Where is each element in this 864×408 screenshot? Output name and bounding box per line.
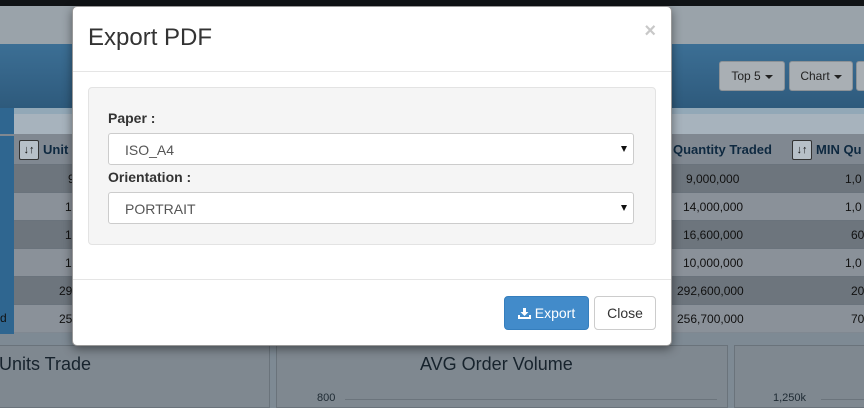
- cell-min: 1,0: [845, 256, 862, 270]
- orientation-label: Orientation :: [108, 169, 192, 185]
- dialog-title: Export PDF: [88, 24, 213, 51]
- download-icon: [517, 308, 531, 319]
- dialog-header: Export PDF ×: [73, 7, 671, 72]
- export-button[interactable]: Export: [504, 296, 589, 330]
- export-label: Export: [534, 305, 576, 321]
- cell-quantity: 10,000,000: [683, 256, 744, 270]
- paper-label: Paper :: [108, 110, 156, 126]
- orientation-select[interactable]: PORTRAIT: [108, 192, 634, 224]
- avg-order-volume-panel: AVG Order Volume 800: [276, 345, 728, 408]
- paper-select[interactable]: ISO_A4: [108, 133, 634, 165]
- dialog-footer: Export Close: [73, 279, 671, 346]
- caret-down-icon: [833, 74, 842, 79]
- axis-label: 800: [317, 392, 336, 404]
- axis-label: 1,250k: [773, 392, 807, 404]
- panel-title: Units Trade: [0, 354, 92, 374]
- panel-title: AVG Order Volume: [420, 354, 573, 374]
- grid-left-column: [0, 136, 14, 334]
- cell-units: 29: [59, 284, 73, 298]
- right-chart-panel: 1,250k: [734, 345, 864, 408]
- close-button[interactable]: Close: [594, 296, 656, 330]
- column-header-units[interactable]: Unit: [43, 142, 68, 157]
- caret-down-icon: [764, 74, 773, 79]
- cell-min: 20: [851, 284, 864, 298]
- chevron-down-icon: [621, 205, 627, 211]
- column-header-quantity-traded[interactable]: Quantity Traded: [673, 142, 772, 157]
- top5-dropdown-button[interactable]: Top 5: [719, 61, 785, 91]
- cell-quantity: 256,700,000: [677, 312, 744, 326]
- cell-min: 1,0: [845, 200, 862, 214]
- grid-left-header: [0, 108, 14, 134]
- cell-units: 1: [65, 228, 72, 242]
- cell-min: 70: [851, 312, 864, 326]
- chevron-down-icon: [621, 146, 627, 152]
- cell-units: 1: [65, 256, 72, 270]
- chart-dropdown-button[interactable]: Chart: [789, 61, 853, 91]
- column-header-min-qty[interactable]: MIN Qu: [816, 142, 862, 157]
- cell-quantity: 14,000,000: [683, 200, 744, 214]
- close-icon[interactable]: ×: [644, 20, 656, 43]
- chart-label: Chart: [800, 69, 830, 83]
- cell-quantity: 9,000,000: [686, 172, 740, 186]
- units-trade-panel: Units Trade: [0, 345, 270, 408]
- extra-header-button[interactable]: [856, 61, 864, 91]
- row-left-label: d: [0, 311, 7, 325]
- cell-quantity: 16,600,000: [683, 228, 744, 242]
- export-pdf-dialog: Export PDF × Paper : ISO_A4 Orientation …: [72, 6, 672, 346]
- gridline: [345, 399, 717, 400]
- sort-icon[interactable]: ↓↑: [792, 140, 812, 160]
- sort-icon[interactable]: ↓↑: [19, 140, 39, 160]
- paper-select-value: ISO_A4: [125, 142, 175, 158]
- cell-min: 60: [851, 228, 864, 242]
- cell-units: 25: [59, 312, 73, 326]
- top5-label: Top 5: [731, 69, 761, 83]
- options-panel: Paper : ISO_A4 Orientation : PORTRAIT: [88, 87, 656, 245]
- cell-units: 1: [65, 200, 72, 214]
- cell-min: 1,0: [845, 172, 862, 186]
- orientation-select-value: PORTRAIT: [125, 201, 196, 217]
- gridline: [821, 399, 864, 400]
- cell-quantity: 292,600,000: [677, 284, 744, 298]
